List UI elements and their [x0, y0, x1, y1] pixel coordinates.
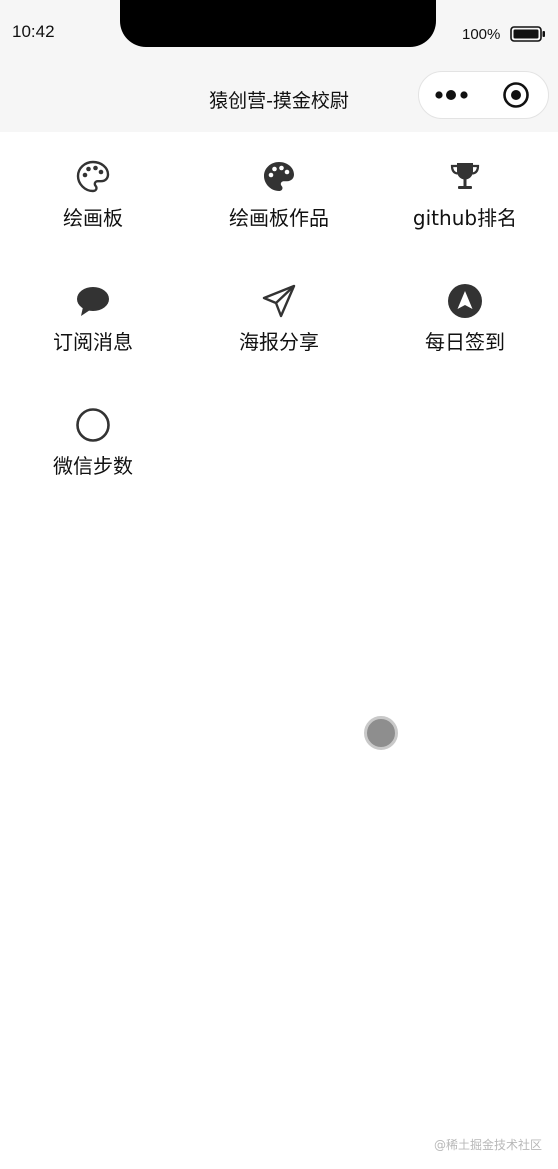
grid-item-label: github排名: [412, 206, 518, 230]
grid-item-label: 绘画板: [63, 206, 123, 230]
more-dots-icon: [435, 90, 468, 100]
grid-item-drawing-works[interactable]: 绘画板作品: [186, 132, 372, 232]
device-notch: [120, 0, 436, 47]
paper-plane-icon: [262, 284, 296, 318]
grid-item-subscribe-message[interactable]: 订阅消息: [0, 256, 186, 356]
screen: 10:42 100% 猿创营-摸金校尉 绘画板 绘画板作品 github排名 订…: [0, 0, 558, 1169]
nav-bar: 猿创营-摸金校尉: [0, 60, 558, 132]
grid-item-label: 每日签到: [425, 330, 505, 354]
close-button[interactable]: [485, 71, 549, 119]
grid-item-drawing-board[interactable]: 绘画板: [0, 132, 186, 232]
trophy-icon: [450, 163, 480, 189]
palette-filled-icon: [264, 162, 294, 191]
circle-outline-icon: [76, 408, 110, 442]
grid-item-poster-share[interactable]: 海报分享: [186, 256, 372, 356]
watermark: @稀土掘金技术社区: [434, 1138, 543, 1152]
mini-program-capsule: [418, 71, 549, 119]
battery-icon: [510, 26, 545, 42]
grid-item-daily-checkin[interactable]: 每日签到: [372, 256, 558, 356]
grid-item-wechat-steps[interactable]: 微信步数: [0, 380, 186, 480]
more-button[interactable]: [419, 71, 485, 119]
grid-item-label: 海报分享: [239, 330, 319, 354]
floating-touch-dot[interactable]: [364, 716, 398, 750]
palette-outline-icon: [76, 160, 110, 193]
battery-percent: 100%: [462, 26, 501, 43]
chat-bubble-icon: [77, 287, 109, 316]
grid-item-label: 微信步数: [53, 454, 133, 478]
grid-item-label: 订阅消息: [53, 330, 133, 354]
status-bar: 10:42 100%: [0, 0, 558, 60]
status-time: 10:42: [12, 22, 55, 41]
navigation-arrow-icon: [448, 284, 482, 318]
grid-item-label: 绘画板作品: [229, 206, 329, 230]
target-close-icon: [503, 82, 530, 108]
grid-item-github-ranking[interactable]: github排名: [372, 132, 558, 232]
